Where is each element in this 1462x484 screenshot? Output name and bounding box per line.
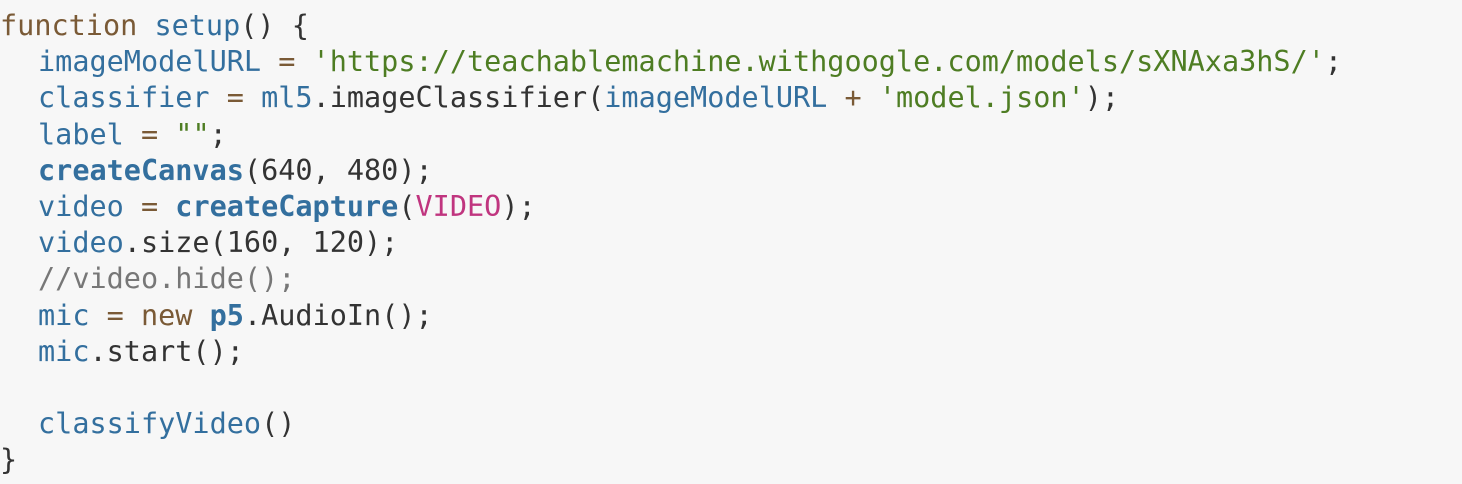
code-token: .size(160, 120); bbox=[123, 226, 399, 260]
code-line[interactable]: video.size(160, 120); bbox=[0, 225, 1462, 261]
code-token: 'model.json' bbox=[878, 81, 1085, 115]
code-token: = bbox=[123, 189, 176, 223]
code-token: ml5 bbox=[261, 81, 313, 115]
code-token: ); bbox=[501, 189, 536, 223]
code-token: .imageClassifier( bbox=[312, 81, 605, 115]
code-token: } bbox=[0, 443, 18, 477]
code-token: imageModelURL bbox=[604, 81, 828, 115]
code-line[interactable]: imageModelURL = 'https://teachablemachin… bbox=[0, 44, 1462, 80]
code-token: + bbox=[827, 81, 879, 115]
code-token: = bbox=[123, 117, 176, 151]
code-token: ; bbox=[209, 117, 227, 151]
code-token: video bbox=[38, 226, 124, 260]
code-token: classifyVideo bbox=[38, 407, 262, 441]
code-token: imageModelURL bbox=[38, 45, 262, 79]
code-token: mic bbox=[38, 298, 90, 332]
code-line[interactable]: } bbox=[0, 442, 1462, 478]
code-line[interactable]: video = createCapture(VIDEO); bbox=[0, 189, 1462, 225]
code-line[interactable]: mic = new p5.AudioIn(); bbox=[0, 298, 1462, 334]
code-token: "" bbox=[175, 117, 210, 151]
code-token: ; bbox=[1324, 45, 1343, 79]
code-line[interactable]: function setup() { bbox=[0, 8, 1462, 44]
code-token: mic bbox=[38, 334, 90, 368]
code-token: VIDEO bbox=[415, 189, 502, 223]
code-token: ); bbox=[1084, 81, 1120, 115]
code-token: video bbox=[38, 189, 124, 223]
code-token: createCanvas bbox=[38, 153, 244, 187]
code-token: = bbox=[209, 81, 262, 115]
code-token: new bbox=[140, 298, 193, 332]
code-token: //video.hide(); bbox=[38, 262, 296, 296]
code-token: classifier bbox=[38, 81, 210, 115]
code-token: = bbox=[261, 45, 313, 79]
code-line[interactable]: ​ bbox=[0, 370, 1462, 406]
code-token: .AudioIn(); bbox=[243, 298, 433, 332]
code-token: setup bbox=[154, 9, 241, 42]
code-line[interactable]: classifier = ml5.imageClassifier(imageMo… bbox=[0, 80, 1462, 116]
code-token: function bbox=[0, 9, 138, 42]
code-line[interactable]: classifyVideo() bbox=[0, 406, 1462, 442]
code-token: label bbox=[38, 117, 124, 151]
code-editor[interactable]: function setup() {imageModelURL = 'https… bbox=[0, 0, 1462, 484]
code-token: .start(); bbox=[89, 334, 244, 368]
code-line[interactable]: mic.start(); bbox=[0, 334, 1462, 370]
code-token: p5 bbox=[209, 298, 244, 332]
code-line[interactable]: createCanvas(640, 480); bbox=[0, 153, 1462, 189]
code-token: 'https://teachablemachine.withgoogle.com… bbox=[312, 45, 1325, 79]
code-line[interactable]: label = ""; bbox=[0, 117, 1462, 153]
code-token: (640, 480); bbox=[243, 153, 433, 187]
code-token: ( bbox=[398, 189, 416, 223]
code-token: = bbox=[89, 298, 141, 332]
code-token: createCapture bbox=[175, 189, 399, 223]
code-token: () { bbox=[240, 9, 309, 42]
code-line[interactable]: //video.hide(); bbox=[0, 261, 1462, 297]
code-token: () bbox=[261, 407, 296, 441]
